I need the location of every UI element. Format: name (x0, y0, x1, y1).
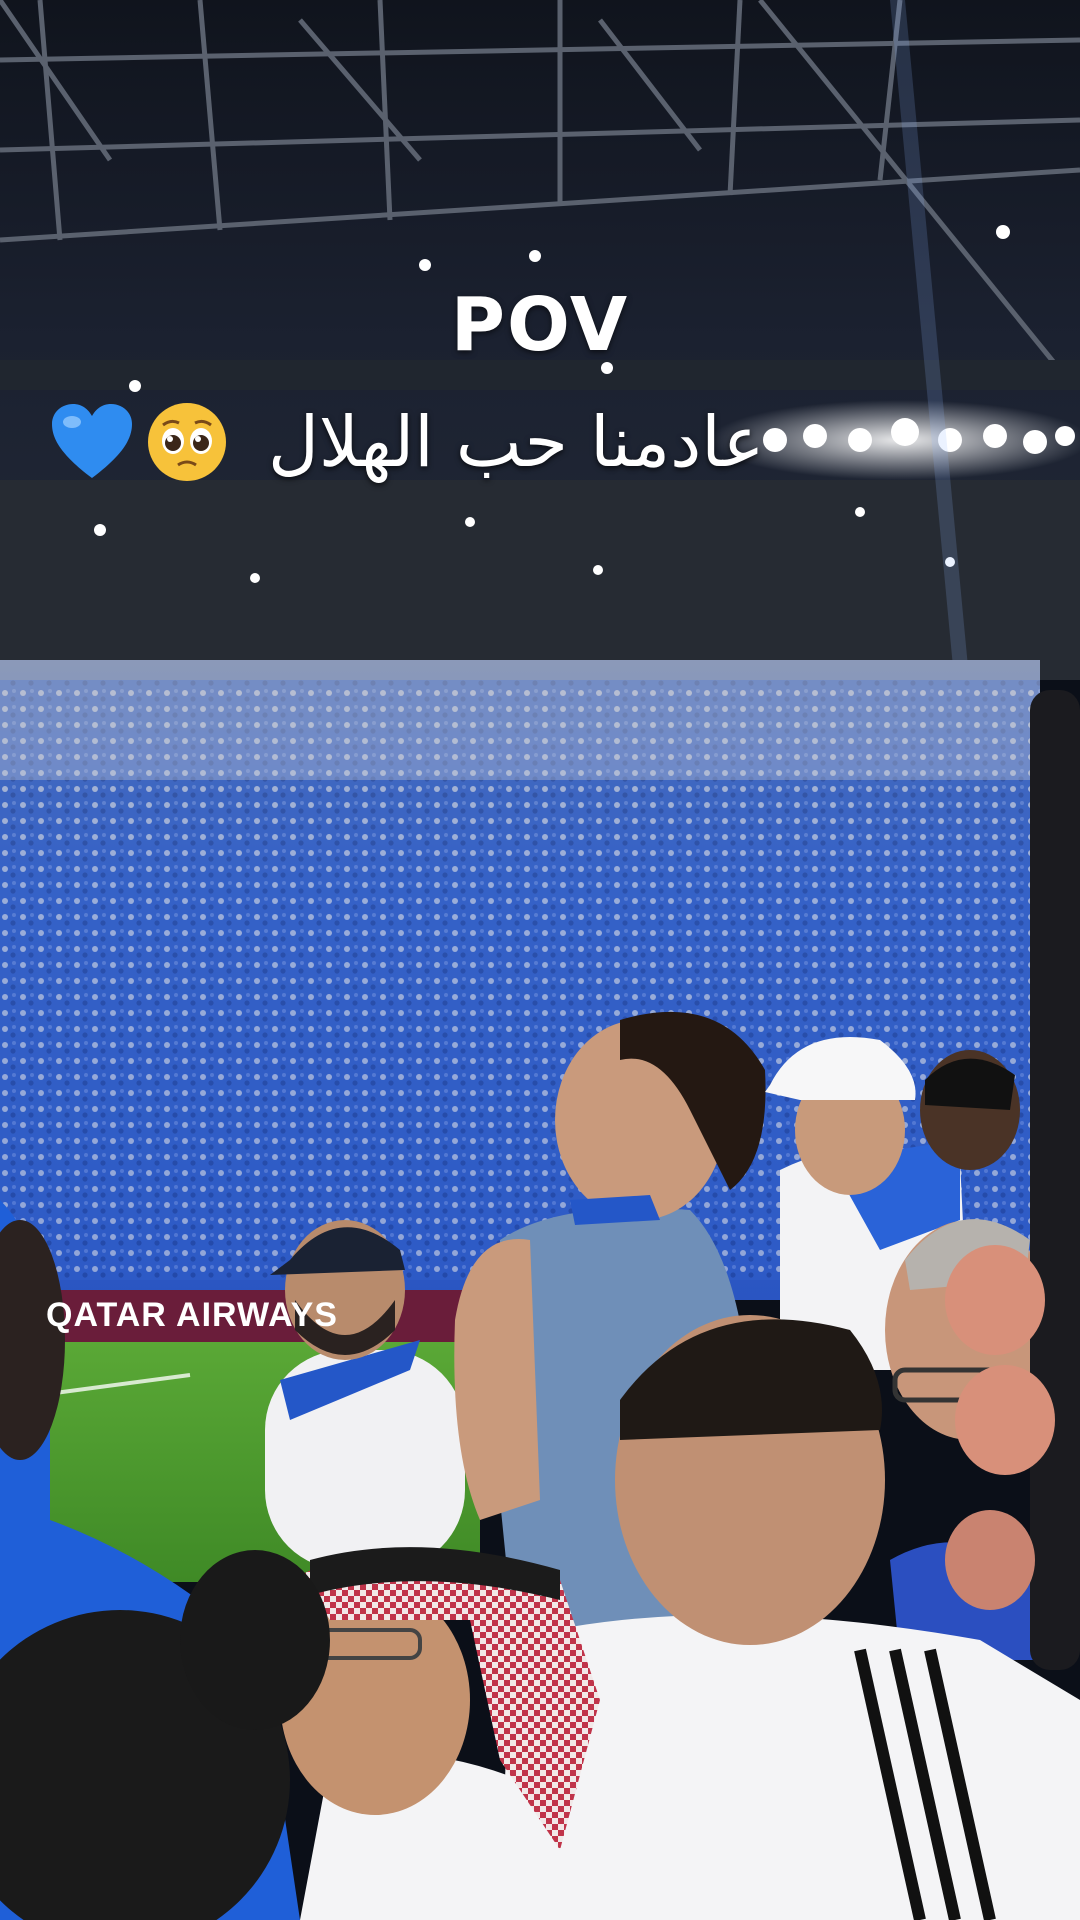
arabic-caption: عادمنا حب الهلال (268, 401, 765, 483)
caption-line: عادمنا حب الهلال (0, 392, 1080, 492)
pleading-face-icon (148, 403, 226, 481)
sponsor-board: QATAR AIRWAYS (46, 1295, 338, 1334)
blue-heart-icon (52, 404, 132, 478)
emoji-group (50, 401, 228, 483)
pov-title: POV (450, 282, 630, 368)
